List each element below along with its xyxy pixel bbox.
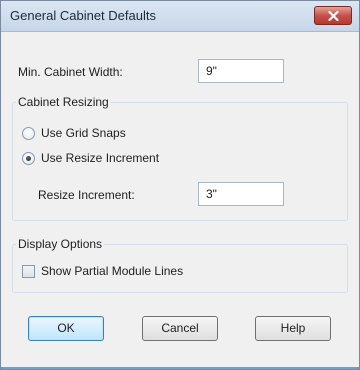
dialog-title: General Cabinet Defaults [10, 8, 156, 23]
use-resize-increment-radio[interactable] [22, 152, 35, 165]
use-grid-snaps-radio[interactable] [22, 127, 35, 140]
use-grid-snaps-label[interactable]: Use Grid Snaps [41, 126, 126, 140]
close-button[interactable] [314, 6, 352, 25]
show-partial-module-lines-label[interactable]: Show Partial Module Lines [41, 264, 183, 278]
cancel-button[interactable]: Cancel [142, 316, 218, 341]
close-x-icon [328, 11, 339, 21]
title-bar[interactable]: General Cabinet Defaults [1, 1, 359, 32]
help-button[interactable]: Help [255, 316, 331, 341]
min-cabinet-width-input[interactable]: 9" [198, 59, 284, 83]
use-resize-increment-label[interactable]: Use Resize Increment [41, 151, 159, 165]
show-partial-module-lines-checkbox[interactable] [22, 265, 35, 278]
resize-increment-label: Resize Increment: [38, 188, 135, 202]
cabinet-resizing-group-title: Cabinet Resizing [16, 95, 111, 109]
display-options-group-title: Display Options [16, 237, 105, 251]
ok-button[interactable]: OK [28, 316, 104, 341]
min-cabinet-width-label: Min. Cabinet Width: [18, 65, 123, 79]
dialog-window: General Cabinet Defaults Min. Cabinet Wi… [0, 0, 360, 370]
resize-increment-input[interactable]: 3" [198, 182, 284, 206]
window-bottom-edge [1, 367, 359, 369]
